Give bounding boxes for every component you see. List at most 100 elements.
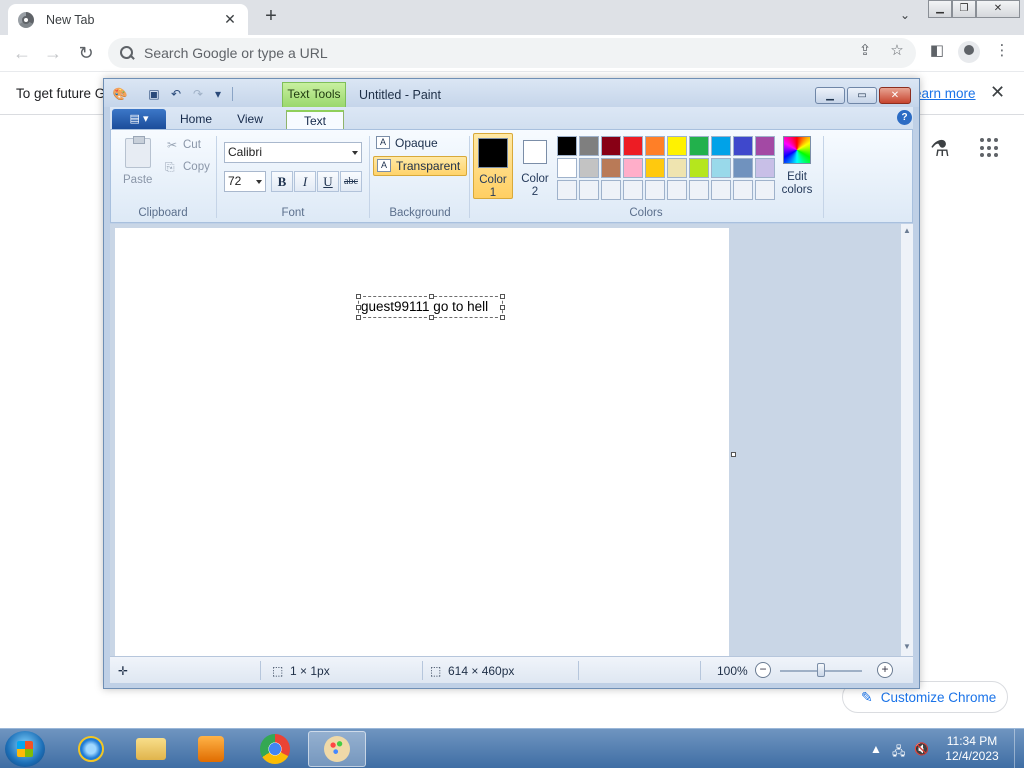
- transparent-option[interactable]: A Transparent: [373, 156, 468, 176]
- palette-swatch[interactable]: [755, 158, 775, 178]
- zoom-out-button[interactable]: −: [755, 662, 771, 678]
- taskbar-media-player[interactable]: [182, 731, 240, 767]
- cut-button-label[interactable]: Cut: [183, 139, 201, 151]
- text-box-handle[interactable]: [429, 294, 434, 299]
- palette-swatch[interactable]: [711, 136, 731, 156]
- palette-swatch[interactable]: [689, 136, 709, 156]
- profile-avatar[interactable]: [958, 41, 980, 63]
- palette-empty-swatch[interactable]: [733, 180, 753, 200]
- text-box-content[interactable]: guest99111 go to hell: [361, 299, 488, 314]
- paste-button-label[interactable]: Paste: [123, 174, 152, 186]
- palette-swatch[interactable]: [667, 158, 687, 178]
- font-size-select[interactable]: 72: [224, 171, 266, 192]
- palette-swatch[interactable]: [755, 136, 775, 156]
- omnibox[interactable]: Search Google or type a URL: [108, 38, 916, 68]
- palette-swatch[interactable]: [601, 136, 621, 156]
- text-box-handle[interactable]: [500, 294, 505, 299]
- labs-flask-icon[interactable]: ⚗: [930, 136, 950, 162]
- paste-icon[interactable]: [125, 136, 151, 168]
- palette-swatch[interactable]: [601, 158, 621, 178]
- palette-swatch[interactable]: [667, 136, 687, 156]
- show-desktop-button[interactable]: [1014, 729, 1024, 768]
- taskbar-windows-explorer[interactable]: [122, 731, 180, 767]
- text-box-handle[interactable]: [356, 315, 361, 320]
- strikethrough-button[interactable]: abc: [340, 171, 362, 192]
- palette-empty-swatch[interactable]: [601, 180, 621, 200]
- palette-empty-swatch[interactable]: [689, 180, 709, 200]
- share-icon[interactable]: ⇪: [856, 42, 874, 60]
- redo-icon[interactable]: ↷: [190, 87, 206, 101]
- tab-search-chevron-icon[interactable]: ⌄: [896, 8, 914, 26]
- paint-title-bar[interactable]: 🎨 ▣ ↶ ↷ ▾ Text Tools Untitled - Paint ▁ …: [104, 79, 919, 107]
- tab-close-icon[interactable]: ✕: [222, 11, 238, 28]
- tab-home[interactable]: Home: [172, 110, 220, 129]
- palette-empty-swatch[interactable]: [557, 180, 577, 200]
- save-icon[interactable]: ▣: [146, 87, 162, 101]
- text-box-handle[interactable]: [429, 315, 434, 320]
- taskbar-paint[interactable]: [308, 731, 366, 767]
- infobar-close-icon[interactable]: ✕: [990, 82, 1005, 103]
- copy-button-label[interactable]: Copy: [183, 161, 210, 173]
- canvas-resize-handle[interactable]: [731, 452, 736, 457]
- palette-swatch[interactable]: [733, 136, 753, 156]
- palette-swatch[interactable]: [557, 158, 577, 178]
- color1-button[interactable]: Color 1: [473, 133, 513, 199]
- star-icon[interactable]: ☆: [888, 42, 906, 60]
- drawing-canvas[interactable]: guest99111 go to hell: [115, 228, 729, 656]
- text-box-handle[interactable]: [500, 305, 505, 310]
- reload-icon[interactable]: ↻: [74, 41, 98, 65]
- palette-swatch[interactable]: [557, 136, 577, 156]
- palette-swatch[interactable]: [733, 158, 753, 178]
- window-restore-button[interactable]: ❐: [952, 0, 976, 18]
- tab-new-tab[interactable]: New Tab ✕: [8, 4, 248, 35]
- edit-colors-rainbow-icon[interactable]: [783, 136, 811, 164]
- palette-swatch[interactable]: [623, 136, 643, 156]
- new-tab-button[interactable]: +: [260, 6, 282, 28]
- text-box-handle[interactable]: [356, 294, 361, 299]
- palette-swatch[interactable]: [689, 158, 709, 178]
- zoom-slider-thumb[interactable]: [817, 663, 825, 677]
- customize-quick-access-icon[interactable]: ▾: [210, 87, 226, 101]
- paint-menu-button[interactable]: ▤ ▾: [112, 109, 166, 129]
- palette-swatch[interactable]: [579, 136, 599, 156]
- vertical-scrollbar[interactable]: ▲ ▼: [901, 224, 913, 656]
- taskbar-google-chrome[interactable]: [246, 731, 304, 767]
- palette-empty-swatch[interactable]: [579, 180, 599, 200]
- taskbar-internet-explorer[interactable]: [62, 731, 120, 767]
- back-arrow-icon[interactable]: ←: [10, 41, 34, 65]
- palette-swatch[interactable]: [623, 158, 643, 178]
- color2-button[interactable]: Color 2: [516, 133, 554, 199]
- scroll-up-icon[interactable]: ▲: [903, 226, 911, 235]
- tab-view[interactable]: View: [228, 110, 272, 129]
- palette-swatch[interactable]: [645, 158, 665, 178]
- zoom-in-button[interactable]: +: [877, 662, 893, 678]
- infobar-learn-more-link[interactable]: earn more: [914, 86, 976, 101]
- undo-icon[interactable]: ↶: [168, 87, 184, 101]
- text-box-handle[interactable]: [500, 315, 505, 320]
- paint-minimize-button[interactable]: ▁: [815, 87, 845, 104]
- start-button[interactable]: [5, 731, 45, 767]
- bold-button[interactable]: B: [271, 171, 293, 192]
- show-hidden-icons-icon[interactable]: ▲: [870, 742, 882, 756]
- italic-button[interactable]: I: [294, 171, 316, 192]
- volume-muted-icon[interactable]: 🔇: [914, 742, 929, 756]
- kebab-menu-icon[interactable]: ⋮: [993, 42, 1011, 60]
- side-panel-icon[interactable]: ◧: [928, 42, 946, 60]
- forward-arrow-icon[interactable]: →: [41, 41, 65, 65]
- scroll-down-icon[interactable]: ▼: [903, 642, 911, 651]
- system-clock[interactable]: 11:34 PM 12/4/2023: [936, 734, 1008, 764]
- palette-swatch[interactable]: [645, 136, 665, 156]
- font-family-select[interactable]: Calibri: [224, 142, 362, 163]
- palette-empty-swatch[interactable]: [755, 180, 775, 200]
- paint-maximize-button[interactable]: ▭: [847, 87, 877, 104]
- palette-empty-swatch[interactable]: [667, 180, 687, 200]
- apps-grid-icon[interactable]: [980, 138, 1000, 158]
- palette-empty-swatch[interactable]: [623, 180, 643, 200]
- help-icon[interactable]: ?: [897, 110, 912, 125]
- edit-colors-button[interactable]: Edit colors: [777, 171, 817, 197]
- text-box[interactable]: guest99111 go to hell: [356, 294, 505, 320]
- palette-swatch[interactable]: [579, 158, 599, 178]
- network-icon[interactable]: 🖧: [892, 742, 905, 763]
- paint-close-button[interactable]: ✕: [879, 87, 911, 104]
- palette-swatch[interactable]: [711, 158, 731, 178]
